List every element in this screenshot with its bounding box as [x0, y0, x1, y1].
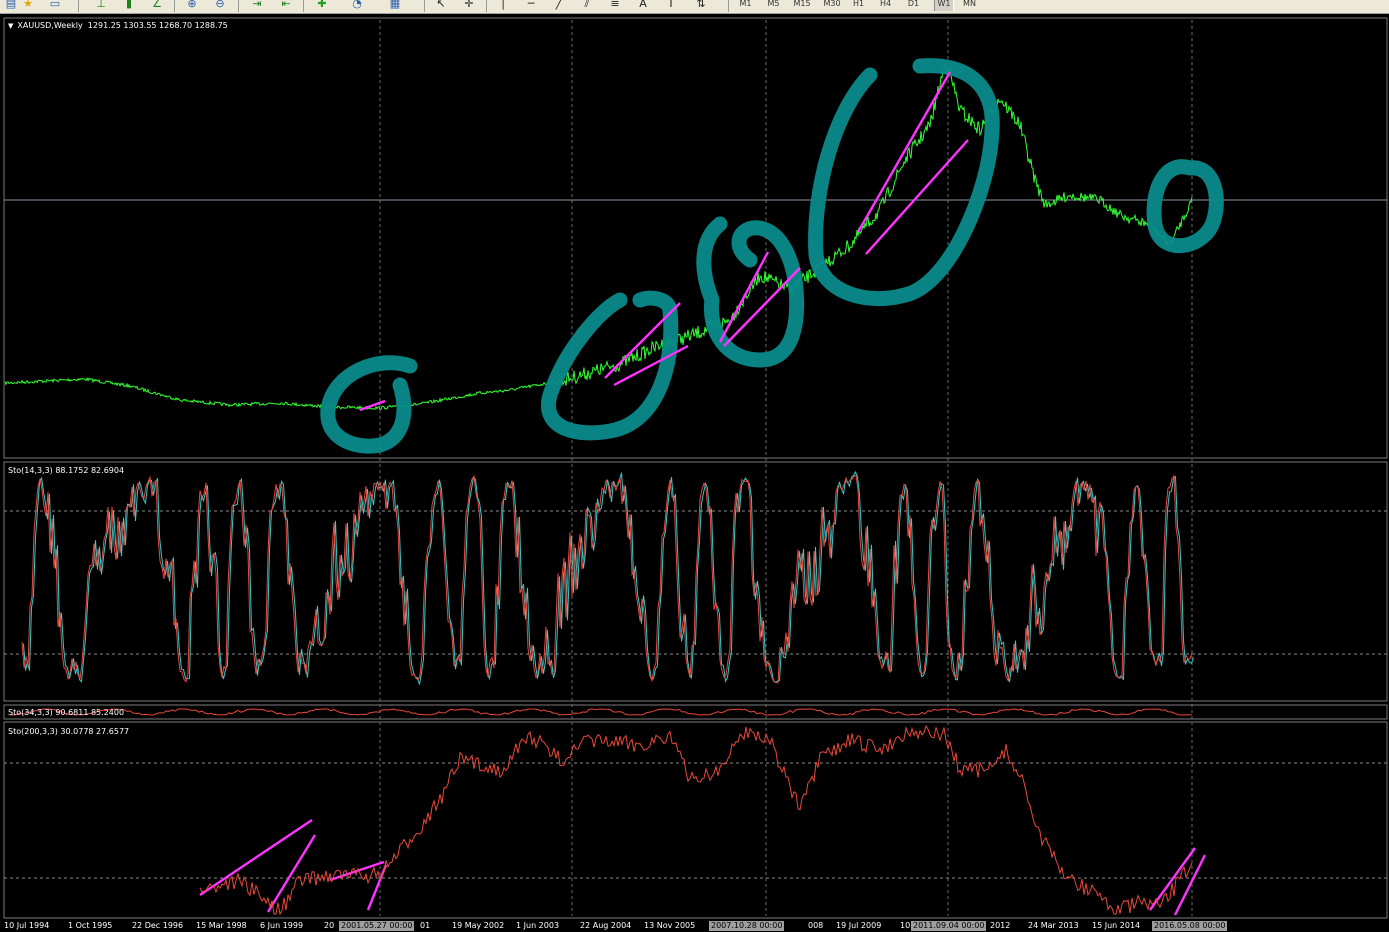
- time-axis-label: 008: [808, 921, 824, 930]
- time-axis-label: 6 Jun 1999: [260, 921, 304, 930]
- timeframe-m15[interactable]: M15: [791, 0, 813, 11]
- timeframe-m1[interactable]: M1: [737, 0, 754, 11]
- sto14-label: Sto(14,3,3) 88.1752 82.6904: [8, 466, 125, 475]
- time-axis-label: 01: [420, 921, 431, 930]
- trendline-icon[interactable]: ╱: [552, 0, 566, 10]
- crosshair-icon[interactable]: ✛: [462, 0, 476, 10]
- sto200-label: Sto(200,3,3) 30.0778 27.6577: [8, 727, 130, 736]
- window-icon[interactable]: ▭: [48, 0, 62, 10]
- symbol-title: XAUUSD,Weekly 1291.25 1303.55 1268.70 12…: [17, 21, 228, 30]
- line-chart-icon[interactable]: ∠: [150, 0, 164, 10]
- star-icon[interactable]: ★: [21, 0, 35, 10]
- zoom-in-icon[interactable]: ⊕: [185, 0, 199, 10]
- time-axis-label: 24 Mar 2013: [1028, 921, 1079, 930]
- time-axis-label: 10: [900, 921, 911, 930]
- fibo-icon[interactable]: ≡: [608, 0, 622, 10]
- timeframe-m30[interactable]: M30: [821, 0, 843, 11]
- annotation-circle: [320, 355, 418, 454]
- trend-line: [865, 139, 969, 255]
- chart-canvas[interactable]: [0, 14, 1389, 932]
- panel-frame: [3, 17, 1388, 459]
- collapse-arrow-icon[interactable]: ▼: [8, 21, 13, 31]
- shift-icon[interactable]: ⇤: [279, 0, 293, 10]
- crosshair-time-tag: 2001.05.27 00:00: [339, 921, 415, 931]
- main-panel-title: ▼ XAUUSD,Weekly 1291.25 1303.55 1268.70 …: [8, 21, 228, 31]
- timeframe-w1[interactable]: W1: [934, 0, 954, 11]
- candle-chart-icon[interactable]: ▮: [122, 0, 136, 10]
- crosshair-time-tag: 2016.05.08 00:00: [1152, 921, 1228, 931]
- scroll-icon[interactable]: ⇥: [250, 0, 264, 10]
- bar-chart-icon[interactable]: ⊥: [94, 0, 108, 10]
- time-axis-label: 15 Jun 2014: [1092, 921, 1141, 930]
- zoom-out-icon[interactable]: ⊖: [213, 0, 227, 10]
- crosshair-time-tag: 2007.10.28 00:00: [709, 921, 785, 931]
- cursor-icon[interactable]: ↖: [434, 0, 448, 10]
- timeframe-h1[interactable]: H1: [850, 0, 867, 11]
- text-icon[interactable]: A: [636, 0, 650, 10]
- period-icon[interactable]: ◔: [350, 0, 364, 10]
- label-icon[interactable]: T: [664, 0, 678, 10]
- panel-frame: [3, 704, 1388, 720]
- timeframe-h4[interactable]: H4: [877, 0, 894, 11]
- annotation-circle: [808, 58, 1000, 307]
- trend-line: [856, 71, 952, 233]
- time-axis-label: 1 Oct 1995: [68, 921, 113, 930]
- chart-folder-icon[interactable]: ▤: [4, 0, 18, 10]
- time-axis-label: 13 Nov 2005: [644, 921, 696, 930]
- time-axis-label: 22 Dec 1996: [132, 921, 184, 930]
- timeframe-mn[interactable]: MN: [960, 0, 979, 11]
- template-icon[interactable]: ▦: [388, 0, 402, 10]
- channel-icon[interactable]: ⫽: [580, 0, 594, 10]
- sto34-line: [9, 708, 1193, 716]
- crosshair-time-tag: 2011.09.04 00:00: [911, 921, 987, 931]
- time-axis-label: 15 Mar 1998: [196, 921, 247, 930]
- toolbar: ▤ ★ ▭ ⊥ ▮ ∠ ⊕ ⊖ ⇥ ⇤ ✚ ◔ ▦ ↖ ✛ │ ─ ╱ ⫽ ≡ …: [0, 0, 1389, 14]
- timeframe-m5[interactable]: M5: [765, 0, 782, 11]
- time-axis-label: 19 May 2002: [452, 921, 505, 930]
- timeframe-d1[interactable]: D1: [905, 0, 922, 11]
- vertical-line-icon[interactable]: │: [496, 0, 510, 10]
- time-axis-label: 19 Jul 2009: [836, 921, 882, 930]
- time-axis-label: 10 Jul 1994: [4, 921, 50, 930]
- trend-line: [718, 251, 770, 343]
- indicator-add-icon[interactable]: ✚: [315, 0, 329, 10]
- trend-line: [1173, 854, 1207, 916]
- annotation-circle: [1146, 159, 1224, 254]
- time-axis-label: 20: [324, 921, 335, 930]
- time-axis-label: 22 Aug 2004: [580, 921, 632, 930]
- sto34-label: Sto(34,3,3) 90.6811 85.2400: [8, 708, 125, 717]
- horizontal-line-icon[interactable]: ─: [524, 0, 538, 10]
- arrows-icon[interactable]: ⇅: [694, 0, 708, 10]
- time-axis-label: 2012: [990, 921, 1011, 930]
- price-line: [4, 62, 1193, 411]
- time-axis-label: 1 Jun 2003: [516, 921, 560, 930]
- sto200-line: [199, 724, 1193, 916]
